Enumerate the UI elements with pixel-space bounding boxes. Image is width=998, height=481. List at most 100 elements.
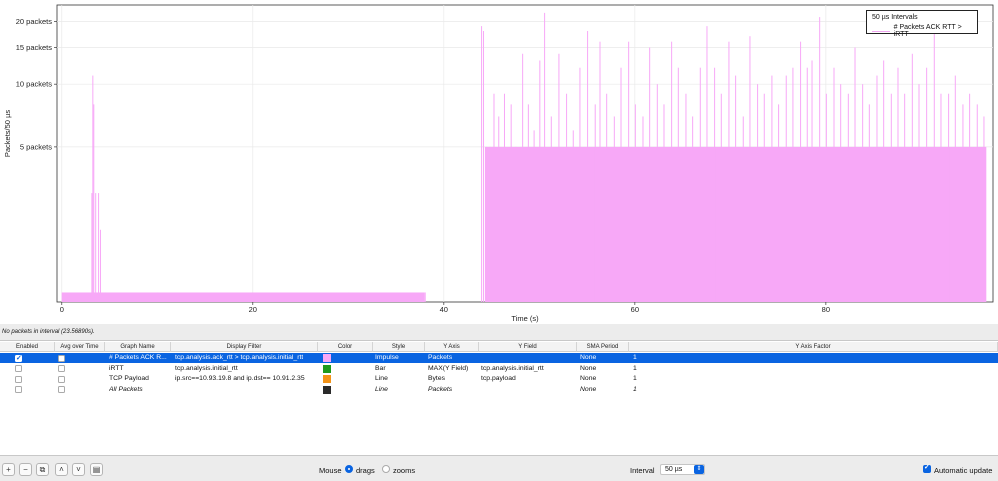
impulse-bar [692, 116, 694, 302]
impulse-bar [498, 116, 500, 302]
y-field-cell[interactable]: tcp.payload [481, 374, 516, 384]
x-tick-label: 80 [822, 305, 830, 314]
column-header[interactable]: Y Axis [425, 342, 479, 352]
avg-over-time-checkbox[interactable] [58, 354, 65, 362]
baseline-band [61, 292, 425, 302]
enabled-checkbox[interactable] [15, 386, 22, 393]
graph-row[interactable]: TCP Payload ip.src==10.93.19.8 and ip.dst… [0, 374, 998, 384]
automatic-update-checkbox[interactable] [923, 463, 931, 473]
remove-graph-button[interactable]: − [19, 463, 32, 476]
style-cell[interactable]: Line [375, 385, 388, 395]
copy-graph-button[interactable]: ⧉ [36, 463, 49, 476]
interval-select[interactable]: 50 µs ⇕ [660, 464, 705, 475]
y-axis-cell[interactable]: Packets [428, 353, 452, 363]
impulse-bar [911, 53, 913, 302]
impulse-bar [840, 84, 842, 303]
impulse-bar [933, 12, 935, 303]
display-filter-cell[interactable]: tcp.analysis.ack_rtt > tcp.analysis.init… [175, 353, 303, 363]
display-filter-cell[interactable]: ip.src==10.93.19.8 and ip.dst== 10.91.2.… [175, 374, 305, 384]
move-up-button[interactable]: ˄ [55, 463, 68, 476]
impulse-bar [983, 116, 985, 302]
interval-label: Interval [630, 466, 655, 475]
column-header[interactable]: Y Axis Factor [629, 342, 998, 352]
color-swatch[interactable] [323, 364, 331, 373]
impulse-bar [348, 292, 350, 302]
drags-radio[interactable] [345, 465, 353, 473]
graph-name-cell[interactable]: TCP Payload [109, 374, 169, 384]
column-header[interactable]: Display Filter [171, 342, 318, 352]
y-axis-factor-cell[interactable]: 1 [633, 364, 637, 374]
impulse-bar [671, 41, 673, 302]
column-header[interactable]: Color [318, 342, 373, 352]
avg-over-time-checkbox[interactable] [58, 386, 65, 393]
style-cell[interactable]: Line [375, 374, 388, 384]
chart-legend: 50 µs Intervals # Packets ACK RTT > iRTT [866, 10, 978, 38]
impulse-bar [918, 84, 920, 303]
impulse-bar [962, 104, 964, 302]
add-graph-button[interactable]: + [2, 463, 15, 476]
graph-name-cell[interactable]: All Packets [109, 385, 169, 395]
column-header[interactable]: Y Field [479, 342, 577, 352]
avg-over-time-checkbox[interactable] [58, 365, 65, 372]
y-axis-factor-cell[interactable]: 1 [633, 385, 637, 395]
graph-row[interactable]: All Packets Line Packets None 1 [0, 385, 998, 395]
column-header[interactable]: Enabled [0, 342, 55, 352]
impulse-bar [720, 93, 722, 302]
move-down-button[interactable]: ˅ [72, 463, 85, 476]
avg-over-time-checkbox[interactable] [58, 375, 65, 383]
y-tick-label: 5 packets [20, 142, 52, 151]
impulse-bar [763, 93, 765, 302]
display-filter-cell[interactable]: tcp.analysis.initial_rtt [175, 364, 238, 374]
sma-period-cell[interactable]: None [580, 364, 596, 374]
impulse-bar [481, 26, 483, 303]
impulse-bar [948, 93, 950, 302]
style-cell[interactable]: Bar [375, 364, 386, 374]
enabled-checkbox[interactable] [15, 365, 22, 372]
graph-row[interactable]: iRTT tcp.analysis.initial_rtt Bar MAX(Y Fie… [0, 364, 998, 374]
io-graph-chart[interactable]: 0 20 40 60 80 5 packets 10 packets 15 packets 20… [0, 0, 998, 324]
color-swatch[interactable] [323, 385, 331, 394]
zooms-radio[interactable] [382, 465, 390, 473]
legend-series-name: # Packets ACK RTT > iRTT [893, 24, 962, 38]
sma-period-cell[interactable]: None [580, 353, 596, 363]
sma-period-cell[interactable]: None [580, 385, 596, 395]
column-header[interactable]: Style [373, 342, 425, 352]
y-axis-title: Packets/50 µs [3, 110, 12, 158]
graph-plot-area[interactable]: 0 20 40 60 80 5 packets 10 packets 15 packets 20… [0, 0, 998, 324]
impulse-bar [99, 229, 101, 302]
y-axis-cell[interactable]: Bytes [428, 374, 445, 384]
enabled-checkbox[interactable] [15, 354, 22, 362]
impulse-bar [969, 93, 971, 302]
y-axis-cell[interactable]: Packets [428, 385, 452, 395]
impulse-bar [510, 104, 512, 302]
impulse-bar [926, 67, 928, 302]
enabled-checkbox[interactable] [15, 375, 22, 383]
style-cell[interactable]: Impulse [375, 353, 399, 363]
graph-name-cell[interactable]: iRTT [109, 364, 169, 374]
impulse-bar [714, 67, 716, 302]
y-field-cell[interactable]: tcp.analysis.initial_rtt [481, 364, 544, 374]
impulse-bar [862, 84, 864, 303]
column-header[interactable]: Graph Name [105, 342, 171, 352]
graph-table[interactable]: Enabled Avg over Time Graph Name Display Fi… [0, 340, 998, 456]
y-axis-factor-cell[interactable]: 1 [633, 374, 637, 384]
impulse-bar [699, 67, 701, 302]
impulse-bar [706, 26, 708, 303]
column-header[interactable]: Avg over Time [55, 342, 105, 352]
y-axis-factor-cell[interactable]: 1 [633, 353, 637, 363]
sma-period-cell[interactable]: None [580, 374, 596, 384]
graph-row[interactable]: # Packets ACK R... tcp.analysis.ack_rtt >… [0, 353, 998, 363]
impulse-bar [954, 75, 956, 303]
legend-series-swatch [872, 30, 890, 32]
graph-name-cell[interactable]: # Packets ACK R... [109, 353, 169, 363]
impulse-bar [904, 93, 906, 302]
clear-graphs-button[interactable]: ▤ [90, 463, 103, 476]
color-swatch[interactable] [323, 375, 331, 383]
impulse-bar [940, 93, 942, 302]
color-swatch[interactable] [323, 354, 331, 362]
impulse-bar [628, 41, 630, 302]
impulse-bar [749, 36, 751, 303]
column-header[interactable]: SMA Period [577, 342, 629, 352]
impulse-bar [656, 84, 658, 303]
y-axis-cell[interactable]: MAX(Y Field) [428, 364, 468, 374]
